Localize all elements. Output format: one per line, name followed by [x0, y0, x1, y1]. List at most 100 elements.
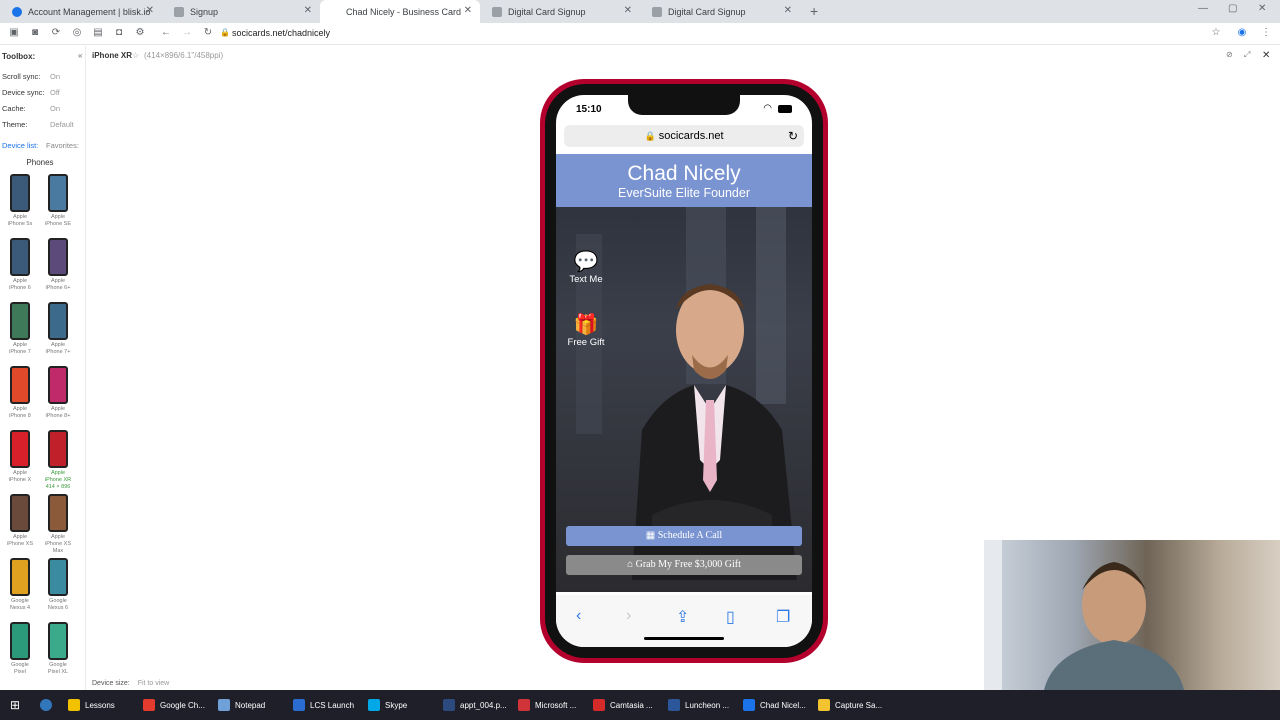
device-thumb-iphone-xs-max[interactable]: Apple iPhone XS Max — [40, 494, 76, 555]
tab-account-management[interactable]: Account Management | blisk.io ✕ — [0, 0, 162, 23]
rotate-icon[interactable]: ⊘ — [1226, 50, 1233, 59]
device-thumb-iphone-xs[interactable]: Apple iPhone XS — [2, 494, 38, 548]
taskbar-item-3[interactable]: LCS Launch — [293, 697, 354, 713]
back-icon[interactable]: ← — [160, 27, 172, 39]
taskbar-item-10[interactable]: Capture Sa... — [818, 697, 882, 713]
star-icon[interactable]: ☆ — [1210, 27, 1222, 39]
sync-icon[interactable]: ⟳ — [50, 27, 62, 39]
setting-value[interactable]: Off — [50, 88, 60, 97]
close-icon[interactable]: ✕ — [624, 5, 632, 16]
star-icon[interactable]: ☆ — [132, 51, 139, 60]
taskbar-item-2[interactable]: Notepad — [218, 697, 265, 713]
device-thumb-iphone-x[interactable]: Apple iPhone X — [2, 430, 38, 484]
device-model: iPhone 5s — [7, 221, 33, 227]
extension-icon[interactable]: ◉ — [1236, 27, 1248, 39]
devices-icon[interactable]: ▣ — [8, 27, 20, 39]
safari-forward-icon[interactable]: › — [626, 607, 631, 625]
free-gift-button[interactable]: 🎁 Free Gift — [564, 313, 608, 348]
device-thumb-nexus-6[interactable]: Google Nexus 6 — [40, 558, 76, 612]
close-icon[interactable]: ✕ — [784, 5, 792, 16]
phone-thumbnail-icon — [10, 622, 30, 660]
cache-setting[interactable]: Cache: On — [2, 104, 86, 118]
device-thumb-iphone-8-[interactable]: Apple iPhone 8+ — [40, 366, 76, 420]
minimize-icon[interactable]: — — [1198, 3, 1208, 14]
forward-icon[interactable]: → — [181, 27, 193, 39]
device-thumb-iphone-7[interactable]: Apple iPhone 7 — [2, 302, 38, 356]
close-icon[interactable]: ✕ — [304, 5, 312, 16]
tabs-icon[interactable]: ❐ — [776, 607, 790, 627]
window-close-icon[interactable]: ✕ — [1258, 3, 1266, 14]
device-thumb-iphone-5s[interactable]: Apple iPhone 5s — [2, 174, 38, 228]
settings-icon[interactable]: ⚙ — [134, 27, 146, 39]
text-me-button[interactable]: 💬 Text Me — [564, 250, 608, 285]
expand-icon[interactable]: ⤢ — [1244, 50, 1250, 60]
close-icon[interactable]: ✕ — [146, 5, 154, 16]
page-icon — [174, 6, 184, 17]
maximize-icon[interactable]: ▢ — [1228, 3, 1237, 14]
tab-digital-card-signup-2[interactable]: Digital Card Signup ✕ — [640, 0, 800, 23]
theme-setting[interactable]: Theme: Default — [2, 120, 86, 134]
schedule-call-button[interactable]: ▦ Schedule A Call — [566, 526, 802, 546]
device-sync-setting[interactable]: Device sync: Off — [2, 88, 86, 102]
taskbar-item-4[interactable]: Skype — [368, 697, 407, 713]
setting-value[interactable]: On — [50, 104, 60, 113]
bookmarks-icon[interactable]: ▯ — [726, 607, 735, 627]
device-thumb-pixel[interactable]: Google Pixel — [2, 622, 38, 676]
screenshot-icon[interactable]: ◙ — [29, 27, 41, 39]
device-thumb-iphone-6-[interactable]: Apple iPhone 6+ — [40, 238, 76, 292]
device-thumb-iphone-6[interactable]: Apple iPhone 6 — [2, 238, 38, 292]
taskbar-item-0[interactable]: Lessons — [68, 697, 115, 713]
wifi-icon: ◠ — [763, 103, 772, 114]
device-header: iPhone XR ☆ (414×896/6.1"/458ppi) ⊘ ⤢ ✕ — [88, 46, 1280, 64]
taskbar-label: Notepad — [235, 700, 266, 710]
layout-icon[interactable]: ▤ — [92, 27, 104, 39]
close-device-icon[interactable]: ✕ — [1262, 50, 1270, 61]
device-model: iPhone XS — [7, 541, 33, 547]
scroll-sync-setting[interactable]: Scroll sync: On — [2, 72, 86, 86]
device-size-value[interactable]: Fit to view — [138, 680, 170, 687]
new-tab-button[interactable]: + — [810, 3, 818, 19]
taskbar-item-5[interactable]: appt_004.p... — [443, 697, 507, 713]
app-icon — [218, 699, 230, 711]
taskbar-item-9[interactable]: Chad Nicel... — [743, 697, 806, 713]
edge-icon[interactable] — [40, 697, 57, 713]
device-thumb-iphone-8[interactable]: Apple iPhone 8 — [2, 366, 38, 420]
home-indicator — [644, 637, 724, 640]
device-brand: Apple — [50, 470, 66, 476]
tab-title: Signup — [190, 6, 219, 17]
taskbar-item-6[interactable]: Microsoft ... — [518, 697, 576, 713]
reload-icon[interactable]: ↻ — [788, 125, 798, 147]
device-thumb-iphone-se[interactable]: Apple iPhone SE — [40, 174, 76, 228]
share-icon[interactable]: ⇪ — [676, 607, 689, 627]
address-bar[interactable]: socicards.net/chadnicely — [232, 28, 330, 38]
close-icon[interactable]: ✕ — [464, 5, 472, 16]
device-brand: Google — [11, 598, 29, 604]
favorites-tab[interactable]: Favorites: — [46, 141, 79, 150]
reload-icon[interactable]: ↻ — [202, 27, 214, 39]
setting-value[interactable]: Default — [50, 120, 74, 129]
taskbar-item-8[interactable]: Luncheon ... — [668, 697, 729, 713]
collapse-icon[interactable]: « — [78, 51, 82, 60]
tab-digital-card-signup[interactable]: Digital Card Signup ✕ — [480, 0, 640, 23]
inspect-icon[interactable]: ◎ — [71, 27, 83, 39]
tab-signup[interactable]: Signup ✕ — [162, 0, 320, 23]
device-thumb-pixel-xl[interactable]: Google Pixel XL — [40, 622, 76, 676]
page-icon — [652, 6, 662, 17]
taskbar-item-7[interactable]: Camtasia ... — [593, 697, 653, 713]
setting-value[interactable]: On — [50, 72, 60, 81]
setting-label: Device sync: — [2, 88, 45, 97]
free-gift-cta-button[interactable]: ⌂ Grab My Free $3,000 Gift — [566, 555, 802, 575]
device-list-tab[interactable]: Device list: — [2, 141, 38, 150]
device-thumb-iphone-xr[interactable]: Apple iPhone XR 414 × 896 — [40, 430, 76, 491]
device-thumb-iphone-7-[interactable]: Apple iPhone 7+ — [40, 302, 76, 356]
menu-icon[interactable]: ⋮ — [1260, 27, 1272, 39]
tab-chad-nicely[interactable]: Chad Nicely - Business Card ✕ — [320, 0, 480, 23]
windows-start-icon[interactable]: ⊞ — [10, 697, 20, 713]
device-brand: Google — [49, 598, 67, 604]
record-icon[interactable]: ◘ — [113, 27, 125, 39]
device-thumb-nexus-4[interactable]: Google Nexus 4 — [2, 558, 38, 612]
mobile-address-bar[interactable]: 🔒 socicards.net ↻ — [564, 125, 804, 147]
taskbar-item-1[interactable]: Google Ch... — [143, 697, 205, 713]
safari-back-icon[interactable]: ‹ — [576, 607, 581, 625]
taskbar-label: Skype — [385, 700, 408, 710]
